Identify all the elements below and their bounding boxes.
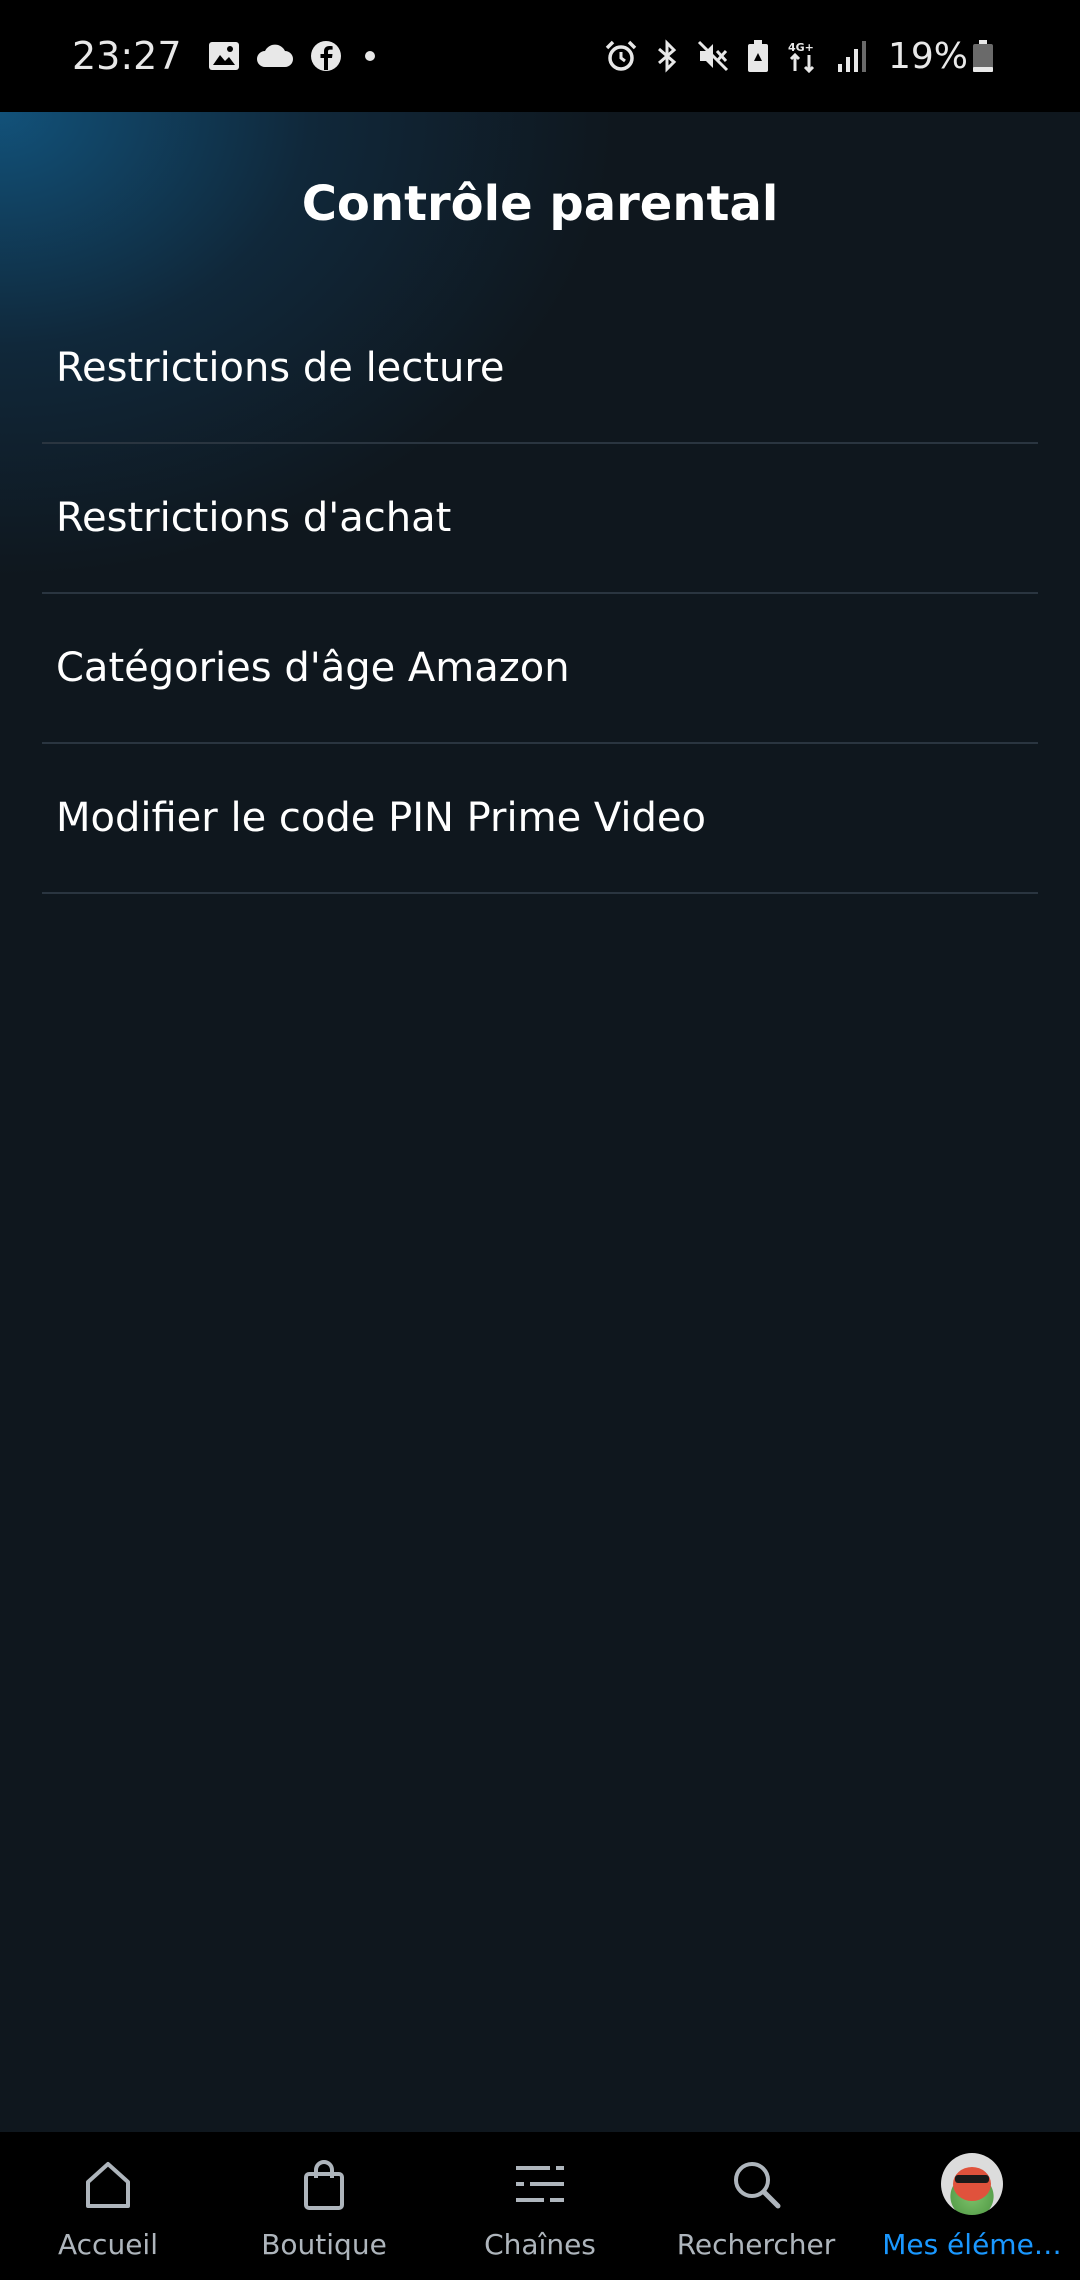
avatar <box>941 2153 1003 2215</box>
content-area: Contrôle parental Restrictions de lectur… <box>0 112 1080 2132</box>
nav-item-my-stuff[interactable]: Mes éléme… <box>864 2132 1080 2280</box>
home-icon <box>76 2152 140 2216</box>
nav-item-channels[interactable]: Chaînes <box>432 2132 648 2280</box>
bottom-navigation: Accueil Boutique Chaînes Rechercher Mes … <box>0 2132 1080 2280</box>
search-icon <box>724 2152 788 2216</box>
facebook-icon <box>310 40 342 72</box>
nav-item-store[interactable]: Boutique <box>216 2132 432 2280</box>
nav-item-search[interactable]: Rechercher <box>648 2132 864 2280</box>
nav-label-search: Rechercher <box>676 2228 836 2261</box>
battery-percent: 19% <box>887 35 968 77</box>
network-4g-icon: 4G+ <box>786 39 820 73</box>
screen: 23:27 4G+ 19% Contrôle parental Restrict… <box>0 0 1080 2280</box>
battery-saver-icon <box>746 39 770 73</box>
alarm-icon <box>604 39 638 73</box>
nav-label-my-stuff: Mes éléme… <box>882 2228 1062 2261</box>
cloud-icon <box>256 43 294 69</box>
mute-icon <box>696 39 730 73</box>
gallery-icon <box>208 41 240 71</box>
profile-avatar <box>940 2152 1004 2216</box>
nav-item-home[interactable]: Accueil <box>0 2132 216 2280</box>
menu-item-playback-restrictions[interactable]: Restrictions de lecture <box>42 294 1038 444</box>
shopping-bag-icon <box>292 2152 356 2216</box>
nav-label-store: Boutique <box>261 2228 387 2261</box>
avatar-sunglasses <box>955 2175 989 2183</box>
bluetooth-icon <box>654 39 680 73</box>
menu-item-change-pin[interactable]: Modifier le code PIN Prime Video <box>42 744 1038 894</box>
svg-text:4G+: 4G+ <box>788 41 814 54</box>
status-time: 23:27 <box>72 34 182 78</box>
menu-item-age-categories[interactable]: Catégories d'âge Amazon <box>42 594 1038 744</box>
nav-label-channels: Chaînes <box>484 2228 596 2261</box>
signal-icon <box>836 40 866 72</box>
status-left: 23:27 <box>72 34 398 78</box>
avatar-face <box>953 2167 991 2201</box>
menu-item-purchase-restrictions[interactable]: Restrictions d'achat <box>42 444 1038 594</box>
parental-control-menu: Restrictions de lecture Restrictions d'a… <box>42 294 1038 894</box>
page-title: Contrôle parental <box>301 176 779 232</box>
channels-icon <box>508 2152 572 2216</box>
dot-icon <box>358 50 382 62</box>
nav-label-home: Accueil <box>58 2228 158 2261</box>
status-bar: 23:27 4G+ 19% <box>0 0 1080 112</box>
status-right: 4G+ 19% <box>604 36 1010 77</box>
battery-icon <box>972 39 994 73</box>
